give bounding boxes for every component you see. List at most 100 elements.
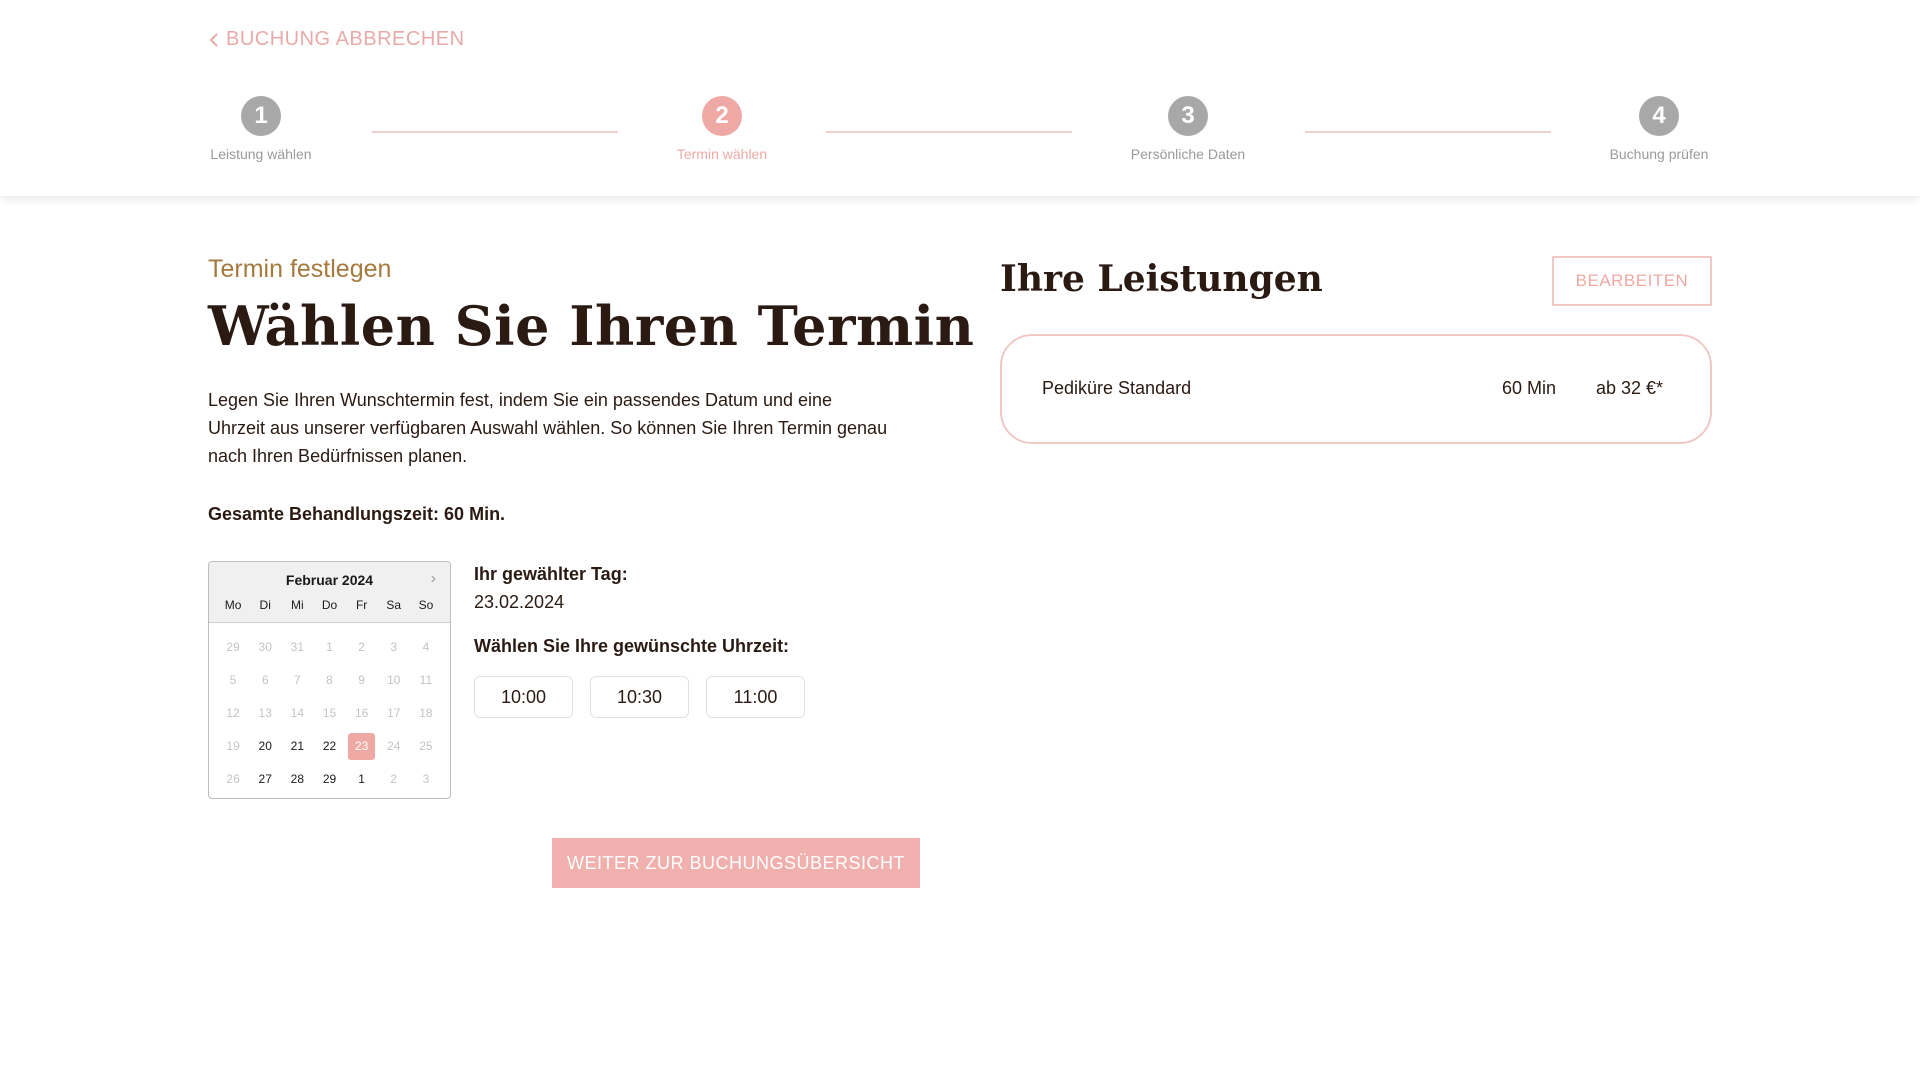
service-price: ab 32 €* (1596, 378, 1664, 398)
weekday-label: Mi (291, 598, 304, 612)
calendar-month-label: Februar 2024 (285, 572, 374, 588)
calendar-day-number: 8 (326, 673, 333, 687)
continue-to-summary-button[interactable]: WEITER ZUR BUCHUNGSÜBERSICHT (552, 838, 920, 888)
weekday-header-row: Mo Di Mi Do Fr Sa So (217, 598, 442, 612)
calendar-day-number: 3 (422, 772, 430, 786)
intro-text: Legen Sie Ihren Wunschtermin fest, indem… (208, 390, 888, 466)
service-duration: 60 Min (1502, 378, 1557, 398)
calendar-day-number: 12 (226, 706, 240, 720)
calendar-day[interactable]: 28 (281, 766, 313, 793)
calendar-day: 1 (313, 634, 345, 661)
calendar-day-number: 28 (290, 772, 305, 786)
time-selection-label: Wählen Sie Ihre gewünschte Uhrzeit: (474, 636, 790, 656)
step-number: 2 (702, 96, 742, 136)
next-month-chevron-icon[interactable]: › (431, 570, 436, 588)
calendar-day-number: 6 (261, 673, 269, 687)
calendar-day-number: 17 (387, 706, 401, 720)
calendar-day: 2 (346, 634, 378, 661)
calendar-day: 18 (410, 700, 442, 727)
calendar-day: 9 (346, 667, 378, 694)
time-slot-button[interactable]: 11:00 (706, 676, 805, 718)
calendar-day-number: 1 (358, 772, 365, 786)
cancel-booking-label: BUCHUNG ABBRECHEN (226, 28, 465, 50)
calendar-day-number: 24 (387, 739, 401, 753)
calendar-day-number: 15 (322, 706, 337, 720)
calendar-day[interactable]: 21 (281, 733, 313, 760)
time-slot-list: 10:00 10:30 11:00 (474, 676, 805, 718)
booking-header: BUCHUNG ABBRECHEN 1 Leistung wählen 2 Te… (0, 0, 1920, 196)
calendar-day-number: 4 (422, 640, 430, 654)
calendar-day: 5 (217, 667, 249, 694)
calendar-day-selected[interactable]: 23 (346, 733, 378, 760)
calendar-day-number: 26 (226, 772, 240, 786)
time-slot-button[interactable]: 10:00 (474, 676, 573, 718)
calendar-day-number: 14 (290, 706, 305, 720)
calendar-day-number: 5 (229, 673, 237, 687)
calendar-day-number: 11 (419, 673, 433, 687)
calendar-day-number: 30 (258, 640, 272, 654)
calendar-day[interactable]: 20 (249, 733, 281, 760)
calendar-day-number: 29 (226, 640, 240, 654)
step-label: Leistung wählen (210, 146, 312, 162)
step-1: 1 Leistung wählen (181, 96, 341, 162)
step-connector (372, 131, 618, 133)
calendar-day-number: 25 (419, 739, 433, 753)
calendar-day-number: 31 (290, 640, 305, 654)
calendar-day: 7 (281, 667, 313, 694)
date-picker-calendar: Februar 2024 › Mo Di Mi Do Fr Sa So 29 30 31 1 2 3 4… (208, 561, 451, 799)
calendar-day: 13 (249, 700, 281, 727)
weekday-label: Fr (355, 598, 368, 612)
edit-services-button[interactable]: BEARBEITEN (1552, 256, 1712, 306)
step-2: 2 Termin wählen (642, 96, 802, 162)
total-treatment-time: Gesamte Behandlungszeit: 60 Min. (208, 504, 506, 524)
calendar-day: 29 (217, 634, 249, 661)
calendar-day: 26 (217, 766, 249, 793)
calendar-day[interactable]: 1 (346, 766, 378, 793)
calendar-day[interactable]: 22 (313, 733, 345, 760)
calendar-day: 15 (313, 700, 345, 727)
calendar-day-number: 20 (258, 739, 272, 753)
step-number: 4 (1639, 96, 1679, 136)
chosen-day-label: Ihr gewählter Tag: (474, 564, 628, 584)
page-title: Wählen Sie Ihren Termin (208, 294, 975, 358)
time-slot-button[interactable]: 10:30 (590, 676, 689, 718)
step-number: 1 (241, 96, 281, 136)
calendar-day: 17 (378, 700, 410, 727)
weekday-label: So (418, 598, 434, 612)
calendar-day: 12 (217, 700, 249, 727)
calendar-day: 31 (281, 634, 313, 661)
calendar-day-number: 27 (258, 772, 272, 786)
chosen-day-value: 23.02.2024 (474, 592, 565, 612)
calendar-day-number: 7 (294, 673, 301, 687)
calendar-day-number: 21 (290, 739, 305, 753)
calendar-day: 16 (346, 700, 378, 727)
calendar-day: 19 (217, 733, 249, 760)
calendar-day[interactable]: 27 (249, 766, 281, 793)
weekday-label: Mo (224, 598, 242, 612)
calendar-day: 11 (410, 667, 442, 694)
calendar-header: Februar 2024 › Mo Di Mi Do Fr Sa So (209, 562, 450, 623)
calendar-day-grid: 29 30 31 1 2 3 4 5 6 7 8 9 10 11 12 13 14 15 16 17 18 19 20 21 2… (217, 634, 442, 793)
calendar-day-number: 13 (258, 706, 272, 720)
calendar-day: 6 (249, 667, 281, 694)
calendar-day-number: 3 (390, 640, 398, 654)
calendar-day: 25 (410, 733, 442, 760)
step-connector (1305, 131, 1551, 133)
calendar-day-number: 29 (322, 772, 337, 786)
calendar-day-number: 18 (419, 706, 433, 720)
step-3: 3 Persönliche Daten (1108, 96, 1268, 162)
calendar-day: 2 (378, 766, 410, 793)
calendar-day-number: 1 (326, 640, 333, 654)
calendar-day-number: 16 (354, 706, 369, 720)
weekday-label: Di (259, 598, 271, 612)
calendar-day-number: 19 (226, 739, 240, 753)
cancel-booking-link[interactable]: BUCHUNG ABBRECHEN (208, 28, 465, 51)
calendar-day: 10 (378, 667, 410, 694)
calendar-day[interactable]: 29 (313, 766, 345, 793)
calendar-day: 3 (378, 634, 410, 661)
calendar-day-number: 9 (358, 673, 365, 687)
step-label: Termin wählen (676, 146, 768, 162)
step-4: 4 Buchung prüfen (1579, 96, 1739, 162)
service-name: Pediküre Standard (1042, 378, 1192, 398)
step-number: 3 (1168, 96, 1208, 136)
